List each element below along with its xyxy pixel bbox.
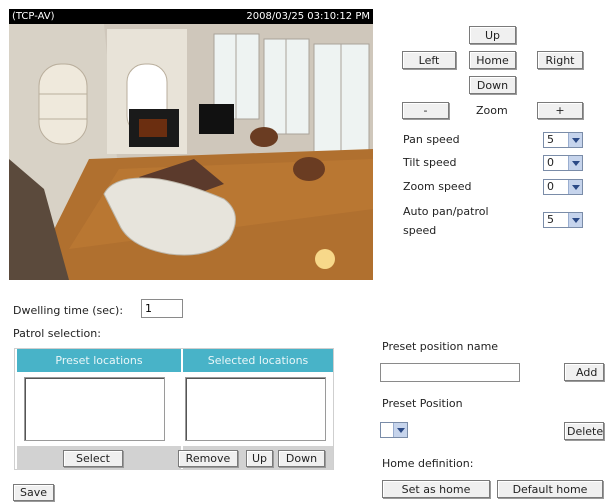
preset-name-input[interactable] <box>380 363 520 382</box>
pan-right-button[interactable]: Right <box>537 51 583 69</box>
save-button[interactable]: Save <box>13 484 54 501</box>
selected-locations-header: Selected locations <box>183 349 333 372</box>
chevron-down-icon[interactable] <box>568 180 582 194</box>
auto-pan-speed-value: 5 <box>547 213 554 226</box>
tilt-speed-label: Tilt speed <box>403 156 457 169</box>
camera-name: (TCP-AV) <box>12 11 55 22</box>
dwelling-time-label: Dwelling time (sec): <box>13 304 124 317</box>
selected-locations-list[interactable] <box>185 377 326 441</box>
chevron-down-icon[interactable] <box>568 156 582 170</box>
camera-status-bar: (TCP-AV) 2008/03/25 03:10:12 PM <box>9 9 373 24</box>
camera-timestamp: 2008/03/25 03:10:12 PM <box>246 11 370 22</box>
delete-preset-button[interactable]: Delete <box>564 422 604 440</box>
tilt-up-button[interactable]: Up <box>469 26 516 44</box>
zoom-out-button[interactable]: - <box>402 102 449 119</box>
zoom-in-button[interactable]: + <box>537 102 583 119</box>
preset-name-label: Preset position name <box>382 340 499 353</box>
home-button[interactable]: Home <box>469 51 516 69</box>
camera-live-view[interactable]: (TCP-AV) 2008/03/25 03:10:12 PM <box>9 9 373 280</box>
chevron-down-icon[interactable] <box>568 213 582 227</box>
preset-locations-list[interactable] <box>24 377 165 441</box>
tilt-down-button[interactable]: Down <box>469 76 516 94</box>
auto-pan-speed-label-line2: speed <box>403 224 437 237</box>
default-home-button[interactable]: Default home <box>497 480 603 498</box>
patrol-table: Preset locations Selected locations Sele… <box>14 348 334 470</box>
zoom-speed-select[interactable]: 0 <box>543 179 583 195</box>
camera-image <box>9 9 373 280</box>
chevron-down-icon[interactable] <box>393 423 407 437</box>
auto-pan-speed-label-line1: Auto pan/patrol <box>403 205 489 218</box>
remove-button[interactable]: Remove <box>178 450 238 467</box>
move-up-button[interactable]: Up <box>246 450 273 467</box>
set-as-home-button[interactable]: Set as home <box>382 480 490 498</box>
pan-speed-label: Pan speed <box>403 133 460 146</box>
chevron-down-icon[interactable] <box>568 133 582 147</box>
zoom-label: Zoom <box>476 104 508 117</box>
pan-speed-value: 5 <box>547 133 554 146</box>
tilt-speed-select[interactable]: 0 <box>543 155 583 171</box>
pan-speed-select[interactable]: 5 <box>543 132 583 148</box>
move-down-button[interactable]: Down <box>278 450 325 467</box>
zoom-speed-value: 0 <box>547 180 554 193</box>
tilt-speed-value: 0 <box>547 156 554 169</box>
pan-left-button[interactable]: Left <box>402 51 456 69</box>
home-definition-label: Home definition: <box>382 457 474 470</box>
preset-position-select[interactable] <box>380 422 408 438</box>
add-preset-button[interactable]: Add <box>564 363 604 381</box>
select-button[interactable]: Select <box>63 450 123 467</box>
zoom-speed-label: Zoom speed <box>403 180 472 193</box>
auto-pan-speed-select[interactable]: 5 <box>543 212 583 228</box>
patrol-selection-title: Patrol selection: <box>13 327 101 340</box>
preset-locations-header: Preset locations <box>17 349 181 372</box>
dwelling-time-input[interactable] <box>141 299 183 318</box>
preset-position-label: Preset Position <box>382 397 463 410</box>
